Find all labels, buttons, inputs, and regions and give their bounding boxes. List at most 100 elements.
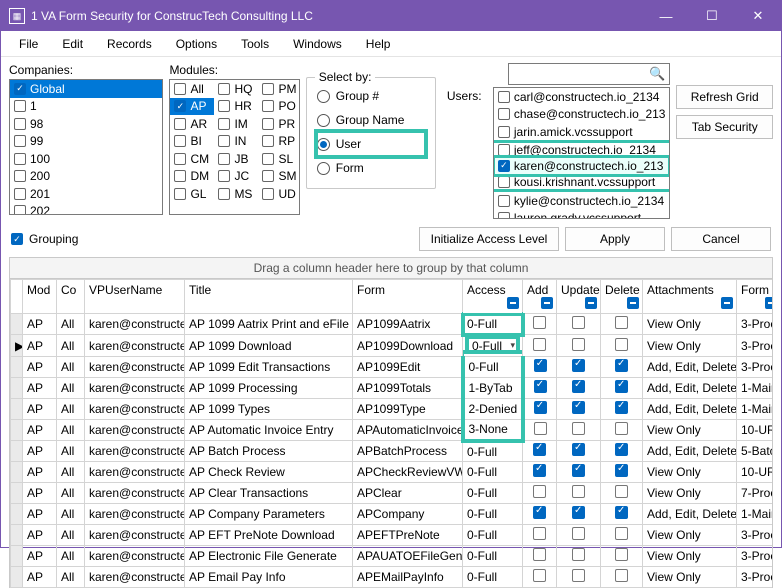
table-row[interactable]: ▶ AP All karen@constructech AP 1099 Down… [11, 335, 774, 357]
add-checkbox[interactable] [533, 485, 546, 498]
add-checkbox[interactable] [533, 464, 546, 477]
user-item[interactable]: kylie@constructech.io_2134 [494, 192, 670, 210]
company-item[interactable]: 99 [10, 133, 162, 151]
module-item-ap[interactable]: ✓AP [170, 98, 214, 116]
update-checkbox[interactable] [572, 401, 585, 414]
checkbox-icon[interactable] [262, 188, 274, 200]
add-checkbox[interactable] [533, 338, 546, 351]
user-item[interactable]: carl@constructech.io_2134 [494, 88, 670, 106]
update-checkbox[interactable] [572, 422, 585, 435]
module-item-jc[interactable]: JC [214, 168, 258, 186]
module-item-bi[interactable]: BI [170, 133, 214, 151]
table-row[interactable]: AP All karen@constructech AP 1099 Proces… [11, 378, 774, 399]
checkbox-icon[interactable] [174, 83, 186, 95]
delete-checkbox[interactable] [615, 464, 628, 477]
add-checkbox[interactable] [534, 401, 547, 414]
tab-security-button[interactable]: Tab Security [676, 115, 773, 139]
row-selector[interactable] [11, 462, 23, 483]
module-item-pm[interactable]: PM [258, 80, 299, 98]
update-checkbox[interactable] [572, 485, 585, 498]
checkbox-icon[interactable] [14, 118, 26, 130]
checkbox-icon[interactable] [498, 176, 510, 188]
col-header[interactable]: Form T [737, 280, 774, 314]
add-checkbox[interactable] [533, 316, 546, 329]
refresh-grid-button[interactable]: Refresh Grid [676, 85, 773, 109]
table-row[interactable]: AP All karen@constructech AP Check Revie… [11, 462, 774, 483]
user-item[interactable]: jarin.amick.vcssupport [494, 123, 670, 141]
radio-form[interactable]: Form [317, 156, 425, 180]
company-item[interactable]: 98 [10, 115, 162, 133]
delete-checkbox[interactable] [615, 569, 628, 582]
checkbox-icon[interactable] [498, 126, 510, 138]
menu-options[interactable]: Options [166, 34, 227, 54]
checkbox-icon[interactable] [218, 188, 230, 200]
checkbox-icon[interactable] [218, 170, 230, 182]
row-selector[interactable] [11, 546, 23, 567]
update-checkbox[interactable] [572, 338, 585, 351]
menu-help[interactable]: Help [356, 34, 401, 54]
modules-list[interactable]: All✓APARBICMDMGLHQHRIMINJBJCMSPMPOPRRPSL… [169, 79, 299, 215]
security-grid[interactable]: ModCoVPUserNameTitleFormAccessAddUpdateD… [9, 279, 773, 588]
close-button[interactable]: ✕ [735, 1, 781, 31]
delete-checkbox[interactable] [615, 443, 628, 456]
module-item-sl[interactable]: SL [258, 150, 299, 168]
maximize-button[interactable]: ☐ [689, 1, 735, 31]
table-row[interactable]: AP All karen@constructech AP Batch Proce… [11, 441, 774, 462]
module-item-rp[interactable]: RP [258, 133, 299, 151]
checkbox-icon[interactable] [174, 135, 186, 147]
initialize-access-button[interactable]: Initialize Access Level [419, 227, 559, 251]
col-header[interactable]: Mod [23, 280, 57, 314]
checkbox-icon[interactable] [14, 205, 26, 215]
user-item[interactable]: lauren.grady.vcssupport [494, 210, 670, 220]
col-header[interactable]: Attachments [643, 280, 737, 314]
filter-icon[interactable] [541, 297, 553, 309]
module-item-hq[interactable]: HQ [214, 80, 258, 98]
row-selector[interactable] [11, 567, 23, 588]
dropdown-option[interactable]: 0-Full [463, 353, 523, 357]
company-item[interactable]: 1 [10, 98, 162, 116]
col-header[interactable]: Title [185, 280, 353, 314]
checkbox-icon[interactable] [14, 170, 26, 182]
delete-checkbox[interactable] [615, 485, 628, 498]
col-header[interactable]: Delete [601, 280, 643, 314]
update-checkbox[interactable] [572, 548, 585, 561]
add-checkbox[interactable] [534, 380, 547, 393]
radio-user[interactable]: User [317, 132, 425, 156]
menu-edit[interactable]: Edit [52, 34, 93, 54]
add-checkbox[interactable] [533, 506, 546, 519]
update-checkbox[interactable] [572, 380, 585, 393]
company-item[interactable]: 201 [10, 185, 162, 203]
checkbox-icon[interactable] [14, 153, 26, 165]
table-row[interactable]: AP All karen@constructech AP 1099 Aatrix… [11, 314, 774, 335]
add-checkbox[interactable] [533, 443, 546, 456]
checkbox-icon[interactable] [174, 118, 186, 130]
checkbox-icon[interactable] [262, 83, 274, 95]
checkbox-icon[interactable] [174, 170, 186, 182]
col-header[interactable]: Update [557, 280, 601, 314]
col-header[interactable]: Access [463, 280, 523, 314]
users-list[interactable]: carl@constructech.io_2134chase@construct… [493, 87, 671, 219]
row-selector[interactable] [11, 504, 23, 525]
filter-icon[interactable] [507, 297, 519, 309]
table-row[interactable]: AP All karen@constructech AP 1099 Edit T… [11, 357, 774, 378]
table-row[interactable]: AP All karen@constructech AP Email Pay I… [11, 567, 774, 588]
checkbox-icon[interactable] [14, 135, 26, 147]
delete-checkbox[interactable] [615, 422, 628, 435]
delete-checkbox[interactable] [615, 548, 628, 561]
checkbox-icon[interactable] [218, 135, 230, 147]
add-checkbox[interactable] [534, 359, 547, 372]
company-item[interactable]: 100 [10, 150, 162, 168]
col-header[interactable]: Add [523, 280, 557, 314]
checkbox-icon[interactable] [174, 188, 186, 200]
row-selector[interactable] [11, 378, 23, 399]
checkbox-icon[interactable] [262, 153, 274, 165]
module-item-ms[interactable]: MS [214, 185, 258, 203]
add-checkbox[interactable] [533, 548, 546, 561]
user-item[interactable]: jeff@constructech.io_2134 [494, 140, 670, 158]
checkbox-icon[interactable] [498, 91, 510, 103]
minimize-button[interactable]: — [643, 1, 689, 31]
module-item-sm[interactable]: SM [258, 168, 299, 186]
access-dropdown-list[interactable]: 0-Full1-ByTab2-Denied3-None [463, 352, 523, 357]
row-selector[interactable]: ▶ [11, 335, 23, 357]
checkbox-icon[interactable] [218, 100, 230, 112]
